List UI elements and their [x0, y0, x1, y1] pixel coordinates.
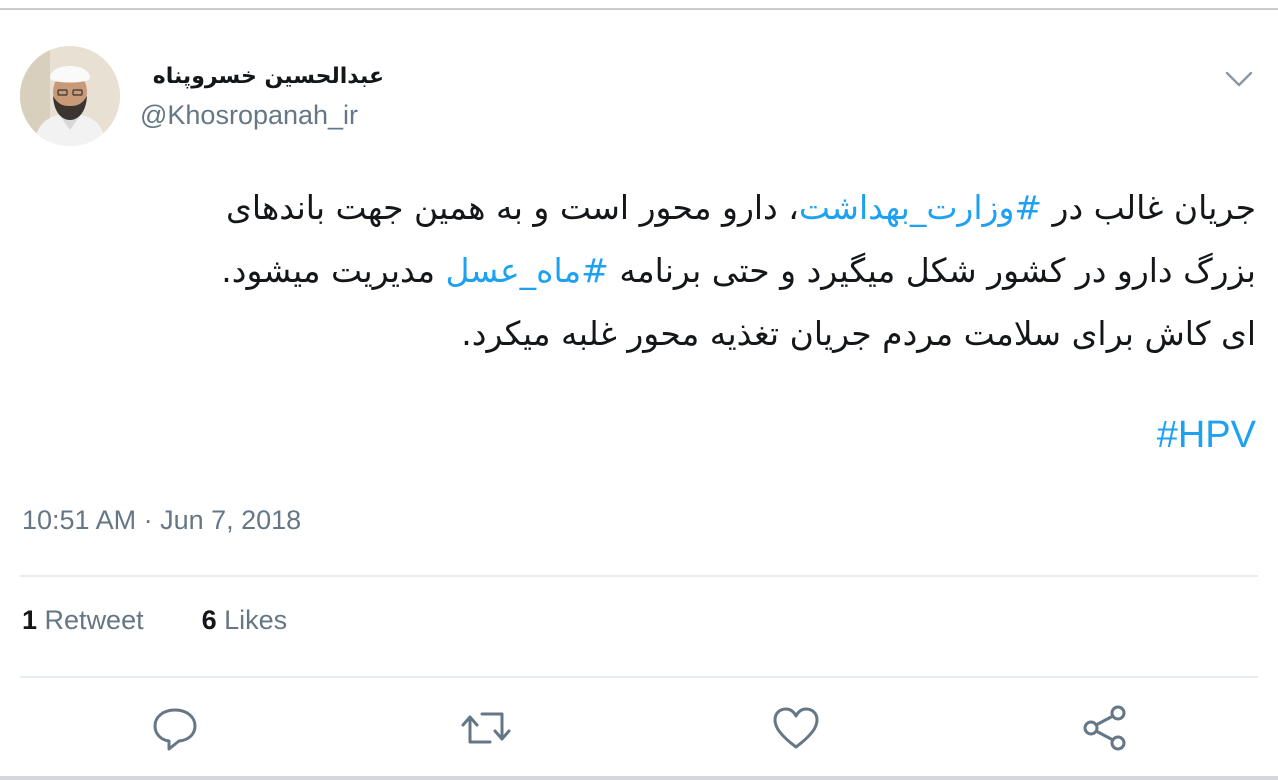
tweet-line-2: بزرگ دارو در کشور شکل میگیرد و حتی برنام… — [22, 239, 1256, 302]
stats-divider-bottom — [20, 676, 1258, 678]
stats-divider-top — [20, 575, 1258, 577]
retweets-stat[interactable]: 1 Retweet — [22, 605, 144, 636]
likes-label: Likes — [224, 605, 288, 635]
likes-count: 6 — [201, 605, 217, 635]
tweet-text-segment: ، دارو محور است و به همین جهت باندهای — [225, 188, 799, 227]
avatar-photo — [20, 46, 120, 146]
tweet-text-segment: مدیریت میشود. — [221, 251, 446, 290]
tweet-text: جریان غالب در #وزارت_بهداشت، دارو محور ا… — [22, 176, 1256, 365]
heart-icon[interactable] — [770, 702, 822, 754]
tweet-text-segment: جریان غالب در — [1042, 188, 1256, 227]
tweet-line-1: جریان غالب در #وزارت_بهداشت، دارو محور ا… — [22, 176, 1256, 239]
author-handle[interactable]: @Khosropanah_ir — [140, 100, 358, 131]
avatar[interactable] — [20, 46, 120, 146]
retweet-icon[interactable] — [460, 702, 512, 754]
hashtag-link[interactable]: #وزارت_بهداشت — [799, 188, 1042, 227]
hashtag-link-hpv[interactable]: #HPV — [1040, 414, 1256, 457]
tweet-text-segment: بزرگ دارو در کشور شکل میگیرد و حتی برنام… — [608, 251, 1256, 290]
likes-stat[interactable]: 6 Likes — [202, 605, 288, 636]
author-display-name[interactable]: عبدالحسین خسروپناه — [140, 64, 384, 89]
hashtag-link[interactable]: #ماه_عسل — [446, 251, 609, 290]
share-icon[interactable] — [1080, 702, 1132, 754]
tweet-timestamp[interactable]: 10:51 AM · Jun 7, 2018 — [22, 505, 301, 536]
engagement-stats: 1 Retweet 6 Likes — [22, 605, 287, 636]
retweets-count: 1 — [22, 605, 38, 635]
chevron-down-icon[interactable] — [1222, 64, 1256, 92]
reply-icon[interactable] — [149, 702, 201, 754]
retweets-label: Retweet — [44, 605, 144, 635]
top-divider — [0, 8, 1278, 10]
tweet-line-3: ای کاش برای سلامت مردم جریان تغذیه محور … — [461, 314, 1256, 353]
bottom-divider — [0, 776, 1278, 780]
